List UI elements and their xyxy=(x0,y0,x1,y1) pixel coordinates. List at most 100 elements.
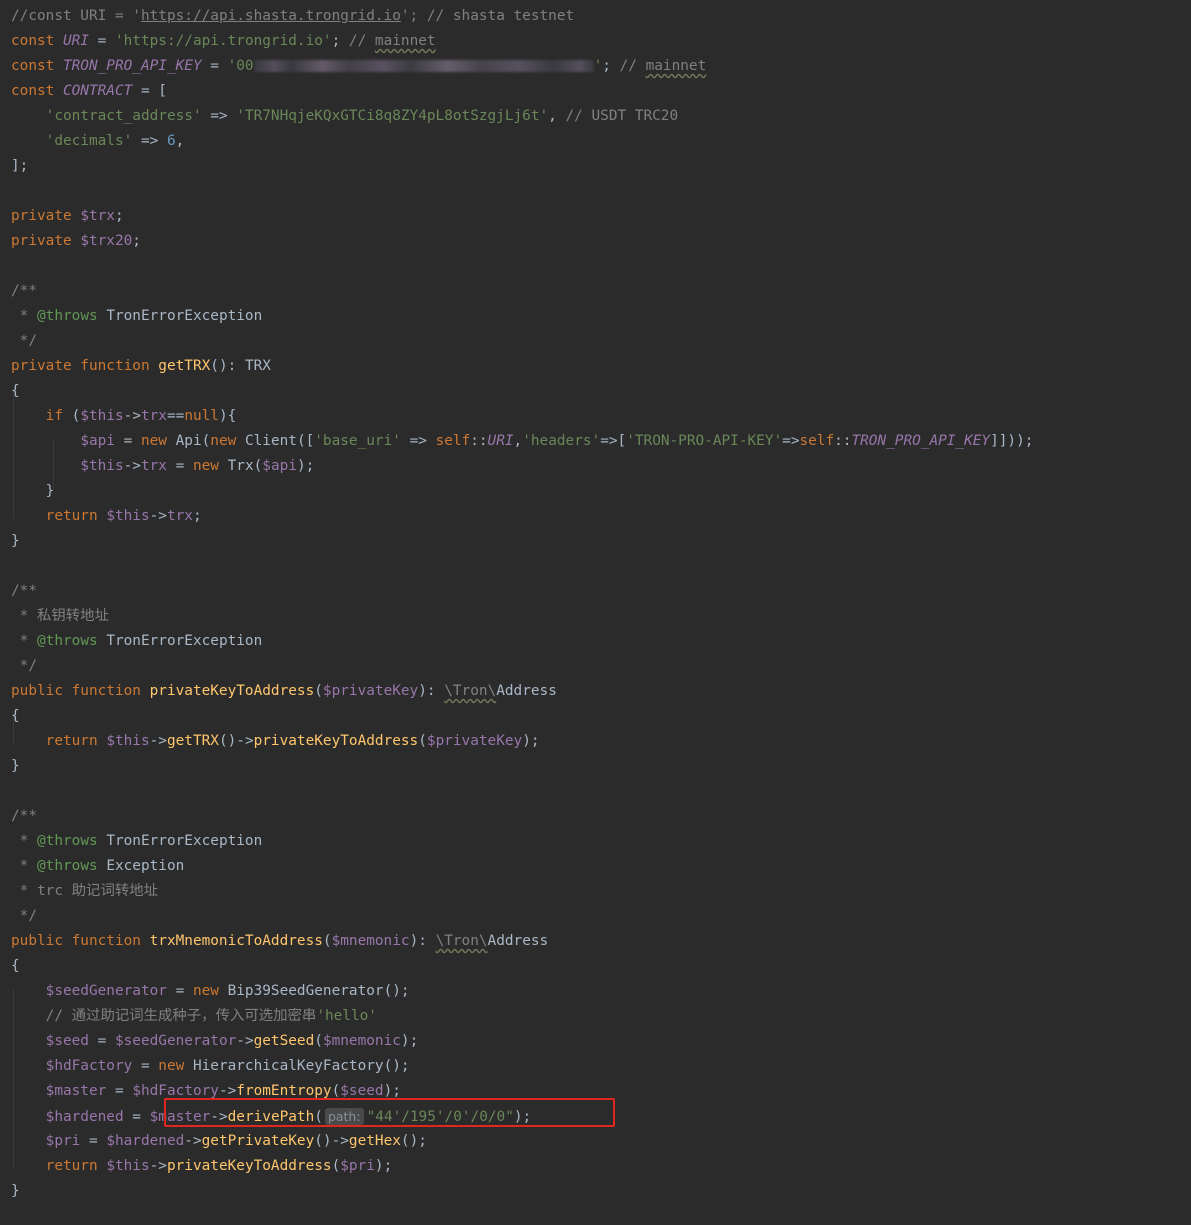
code-line[interactable]: * @throws Exception xyxy=(11,854,185,879)
constant-token: TRON_PRO_API_KEY xyxy=(62,58,202,74)
code-line[interactable]: */ xyxy=(11,904,37,929)
code-line[interactable]: } xyxy=(11,479,55,504)
code-line[interactable]: return $this->trx; xyxy=(11,504,202,529)
comment-token: */ xyxy=(11,333,37,349)
code-line[interactable]: } xyxy=(11,1179,20,1204)
variable-token: $pri xyxy=(45,1133,81,1149)
class-name-token: Bip39SeedGenerator xyxy=(227,983,384,999)
punctuation-token xyxy=(11,1133,46,1149)
code-line[interactable]: $api = new Api(new Client(['base_uri' =>… xyxy=(11,429,1033,454)
code-line[interactable]: /** xyxy=(11,804,37,829)
punctuation-token: (); xyxy=(383,1058,410,1074)
code-line[interactable]: return $this->getTRX()->privateKeyToAddr… xyxy=(11,729,540,754)
code-line[interactable]: $seedGenerator = new Bip39SeedGenerator(… xyxy=(11,979,410,1004)
keyword-token: return xyxy=(45,733,107,749)
code-line[interactable]: 'contract_address' => 'TR7NHqjeKQxGTCi8q… xyxy=(11,104,678,129)
punctuation-token: => xyxy=(400,433,436,449)
punctuation-token: ( xyxy=(201,433,211,449)
punctuation-token: == xyxy=(166,408,185,424)
code-line[interactable]: $pri = $hardened->getPrivateKey()->getHe… xyxy=(11,1129,427,1154)
code-line[interactable]: $this->trx = new Trx($api); xyxy=(11,454,314,479)
variable-token: $privateKey xyxy=(322,683,419,699)
function-name-token: getHex xyxy=(348,1133,401,1149)
function-name-token: privateKeyToAddress xyxy=(253,733,419,749)
code-line[interactable]: { xyxy=(11,704,20,729)
code-line[interactable]: * trc 助记词转地址 xyxy=(11,879,158,904)
code-editor[interactable]: //const URI = 'https://api.shasta.trongr… xyxy=(0,4,1191,1225)
code-line[interactable]: const TRON_PRO_API_KEY = '00 '; // mainne… xyxy=(11,54,706,79)
comment-token: * xyxy=(11,633,37,649)
keyword-token: null xyxy=(184,408,219,424)
code-line[interactable]: * @throws TronErrorException xyxy=(11,304,263,329)
punctuation-token: , xyxy=(513,433,523,449)
punctuation-token: ()-> xyxy=(218,733,254,749)
code-line[interactable]: * 私钥转地址 xyxy=(11,604,109,629)
punctuation-token: => xyxy=(782,433,800,449)
code-line[interactable]: return $this->privateKeyToAddress($pri); xyxy=(11,1154,393,1179)
punctuation-token: -> xyxy=(236,1033,254,1049)
code-line[interactable]: private $trx20; xyxy=(11,229,141,254)
punctuation-token: ( xyxy=(331,1083,341,1099)
punctuation-token: ( xyxy=(331,1158,341,1174)
punctuation-token: = xyxy=(166,458,193,474)
code-line[interactable]: { xyxy=(11,954,20,979)
comment-token: \Tron\ xyxy=(435,933,488,949)
keyword-token: return xyxy=(45,508,107,524)
string-token: 'headers' xyxy=(522,433,601,449)
code-line[interactable]: */ xyxy=(11,654,37,679)
code-line[interactable]: //const URI = 'https://api.shasta.trongr… xyxy=(11,4,574,29)
punctuation-token: { xyxy=(11,383,20,399)
punctuation-token: =>[ xyxy=(600,433,627,449)
code-line[interactable]: public function trxMnemonicToAddress($mn… xyxy=(11,929,548,954)
punctuation-token: { xyxy=(11,958,20,974)
code-line[interactable]: const URI = 'https://api.trongrid.io'; /… xyxy=(11,29,436,54)
doc-tag-token: @throws xyxy=(37,308,107,324)
code-line[interactable]: // 通过助记词生成种子，传入可选加密串'hello' xyxy=(11,1004,377,1029)
punctuation-token: ; xyxy=(114,208,124,224)
comment-token: https://api.shasta.trongrid.io xyxy=(140,8,401,24)
code-line[interactable]: if ($this->trx==null){ xyxy=(11,404,237,429)
variable-token: $hardened xyxy=(106,1133,185,1149)
keyword-token: self xyxy=(799,433,835,449)
code-line[interactable]: * @throws TronErrorException xyxy=(11,629,263,654)
code-line[interactable]: { xyxy=(11,379,20,404)
code-line[interactable]: $seed = $seedGenerator->getSeed($mnemoni… xyxy=(11,1029,419,1054)
comment-token: 通过助记词生成种子，传入可选加密串 xyxy=(71,1008,317,1024)
keyword-token: return xyxy=(45,1158,107,1174)
variable-token: $hdFactory xyxy=(45,1058,133,1074)
code-line[interactable]: */ xyxy=(11,329,37,354)
keyword-token: public function xyxy=(11,933,150,949)
punctuation-token: :: xyxy=(834,433,852,449)
punctuation-token: ( xyxy=(314,683,323,699)
keyword-token: private function xyxy=(11,358,159,374)
comment-token: 私钥转地址 xyxy=(37,608,109,624)
variable-token: trx xyxy=(140,408,167,424)
code-line[interactable]: } xyxy=(11,529,20,554)
code-line[interactable]: } xyxy=(11,754,20,779)
punctuation-token: => xyxy=(201,108,237,124)
variable-token: $trx xyxy=(80,208,115,224)
code-line[interactable]: ]; xyxy=(11,154,28,179)
keyword-token: self xyxy=(435,433,471,449)
code-line[interactable]: public function privateKeyToAddress($pri… xyxy=(11,679,557,704)
code-line[interactable]: /** xyxy=(11,579,37,604)
punctuation-token: ()-> xyxy=(314,1133,349,1149)
code-line[interactable]: const CONTRACT = [ xyxy=(11,79,167,104)
code-line[interactable]: * @throws TronErrorException xyxy=(11,829,263,854)
punctuation-token xyxy=(11,983,46,999)
punctuation-token: } xyxy=(11,533,20,549)
class-name-token: Exception xyxy=(106,858,185,874)
code-line[interactable]: private $trx; xyxy=(11,204,124,229)
punctuation-token: } xyxy=(11,1183,20,1199)
function-name-token: getSeed xyxy=(253,1033,315,1049)
code-line[interactable]: $hdFactory = new HierarchicalKeyFactory(… xyxy=(11,1054,410,1079)
code-line[interactable]: /** xyxy=(11,279,37,304)
comment-token: * xyxy=(11,833,37,849)
variable-token: $hdFactory xyxy=(132,1083,219,1099)
function-name-token: getTRX xyxy=(158,358,211,374)
punctuation-token: ); xyxy=(400,1033,419,1049)
code-line[interactable]: private function getTRX(): TRX xyxy=(11,354,271,379)
punctuation-token: -> xyxy=(149,1158,167,1174)
punctuation-token: (): xyxy=(210,358,245,374)
code-line[interactable]: 'decimals' => 6, xyxy=(11,129,185,154)
